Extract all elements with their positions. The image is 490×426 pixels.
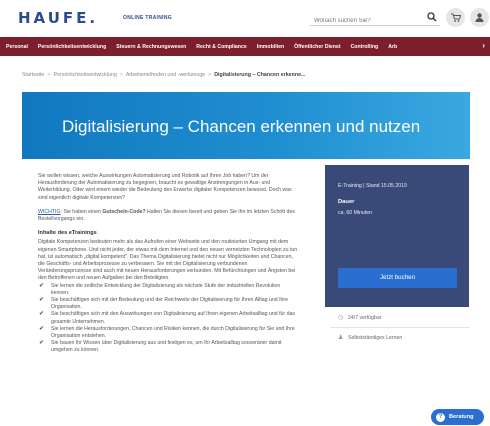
list-item: ✔ Sie bauen Ihr Wissen über Digitalisieru… bbox=[38, 340, 300, 354]
checkmark-icon: ✔ bbox=[39, 325, 45, 332]
body-paragraph: Digitale Kompetenzen bedeuten mehr als d… bbox=[38, 239, 298, 282]
breadcrumb-separator-icon: > bbox=[208, 72, 212, 78]
learning-goals-list: ✔ Sie lernen die zeitliche Entwicklung de… bbox=[38, 283, 300, 355]
voucher-hint: WICHTIG: Sie haben einen Gutschein-Code?… bbox=[38, 209, 300, 223]
product-type-date: E-Training | Stand 15.05.2019 bbox=[338, 183, 407, 189]
search-input[interactable] bbox=[310, 12, 410, 30]
product-description: Sie wollen wissen, welche Auswirkungen A… bbox=[38, 173, 300, 355]
list-item: ✔ Sie beschäftigen sich mit der Bedeutung… bbox=[38, 297, 300, 311]
search-bar bbox=[310, 9, 440, 30]
nav-item-controlling[interactable]: Controlling bbox=[351, 44, 379, 50]
hero-banner: Digitalisierung – Chancen erkennen und n… bbox=[22, 92, 470, 159]
book-now-button[interactable]: Jetzt buchen bbox=[338, 268, 457, 288]
nav-item-persoenlichkeitsentwicklung[interactable]: Persönlichkeitsentwicklung bbox=[38, 44, 106, 50]
feature-availability: ◷ 24/7 verfügbar bbox=[338, 314, 381, 321]
nav-item-arbeitsschutz[interactable]: Arb bbox=[388, 44, 397, 50]
section-title-contents: Inhalte des eTrainings bbox=[38, 230, 97, 237]
hint-text: : Sie haben einen bbox=[60, 208, 103, 215]
header: HAUFE. ONLINE TRAINING bbox=[0, 0, 490, 37]
list-item-text: Sie beschäftigen sich mit der Bedeutung … bbox=[51, 297, 289, 311]
breadcrumb: Startseite > Persönlichkeitsentwicklung > Ar… bbox=[22, 72, 305, 78]
nav-scroll-right-icon[interactable]: › bbox=[482, 41, 485, 50]
list-item: ✔ Sie lernen die Herausforderungen, Chanc… bbox=[38, 326, 300, 340]
search-icon[interactable] bbox=[427, 12, 437, 22]
checkmark-icon: ✔ bbox=[39, 297, 45, 304]
logo-subtitle: ONLINE TRAINING bbox=[123, 15, 172, 21]
duration-label: Dauer bbox=[338, 199, 355, 205]
divider bbox=[330, 327, 470, 328]
feature-self-learning: ♟ Selbstständiges Lernen bbox=[338, 334, 402, 341]
consultation-label: Beratung bbox=[449, 414, 474, 420]
list-item-text: Sie lernen die zeitliche Entwicklung der… bbox=[51, 282, 281, 296]
duration-value: ca. 60 Minuten bbox=[338, 210, 373, 216]
person-icon: ♟ bbox=[338, 335, 344, 341]
feature-availability-text: 24/7 verfügbar bbox=[348, 315, 382, 321]
breadcrumb-separator-icon: > bbox=[119, 72, 123, 78]
cart-icon[interactable] bbox=[446, 8, 465, 27]
haufe-logo[interactable]: HAUFE. bbox=[18, 9, 98, 27]
feature-self-learning-text: Selbstständiges Lernen bbox=[348, 335, 403, 341]
important-link[interactable]: WICHTIG bbox=[38, 209, 60, 215]
question-icon: ? bbox=[436, 412, 445, 422]
booking-card: E-Training | Stand 15.05.2019 Dauer ca. … bbox=[325, 165, 469, 307]
breadcrumb-separator-icon: > bbox=[47, 72, 51, 78]
list-item: ✔ Sie lernen die zeitliche Entwicklung de… bbox=[38, 283, 300, 297]
breadcrumb-current: Digitalisierung – Chancen erkenne... bbox=[214, 72, 306, 78]
main-navigation: Personal Persönlichkeitsentwicklung Steu… bbox=[0, 37, 490, 56]
list-item: ✔ Sie beschäftigen sich mit den Auswirkun… bbox=[38, 311, 300, 325]
breadcrumb-home[interactable]: Startseite bbox=[22, 72, 44, 78]
page-title: Digitalisierung – Chancen erkennen und n… bbox=[62, 117, 421, 136]
breadcrumb-subcategory[interactable]: Arbeitsmethoden und -werkzeuge bbox=[126, 72, 205, 78]
clock-icon: ◷ bbox=[338, 315, 344, 321]
nav-item-steuern[interactable]: Steuern & Rechnungswesen bbox=[116, 44, 186, 50]
nav-item-recht[interactable]: Recht & Compliance bbox=[196, 44, 246, 50]
checkmark-icon: ✔ bbox=[39, 282, 45, 289]
breadcrumb-category[interactable]: Persönlichkeitsentwicklung bbox=[53, 72, 116, 78]
nav-item-immobilien[interactable]: Immobilien bbox=[257, 44, 284, 50]
nav-item-oeffentlicher-dienst[interactable]: Öffentlicher Dienst bbox=[294, 44, 340, 50]
checkmark-icon: ✔ bbox=[39, 340, 45, 347]
checkmark-icon: ✔ bbox=[39, 311, 45, 318]
list-item-text: Sie bauen Ihr Wissen über Digitalisierun… bbox=[51, 340, 282, 354]
list-item-text: Sie lernen die Herausforderungen, Chance… bbox=[51, 325, 295, 340]
user-account-icon[interactable] bbox=[470, 8, 489, 27]
voucher-code-label: Gutschein-Code? bbox=[102, 208, 146, 215]
list-item-text: Sie beschäftigen sich mit den Auswirkung… bbox=[51, 311, 295, 325]
consultation-button[interactable]: ? Beratung bbox=[431, 409, 484, 425]
nav-item-personal[interactable]: Personal bbox=[6, 44, 28, 50]
intro-paragraph: Sie wollen wissen, welche Auswirkungen A… bbox=[38, 173, 292, 201]
